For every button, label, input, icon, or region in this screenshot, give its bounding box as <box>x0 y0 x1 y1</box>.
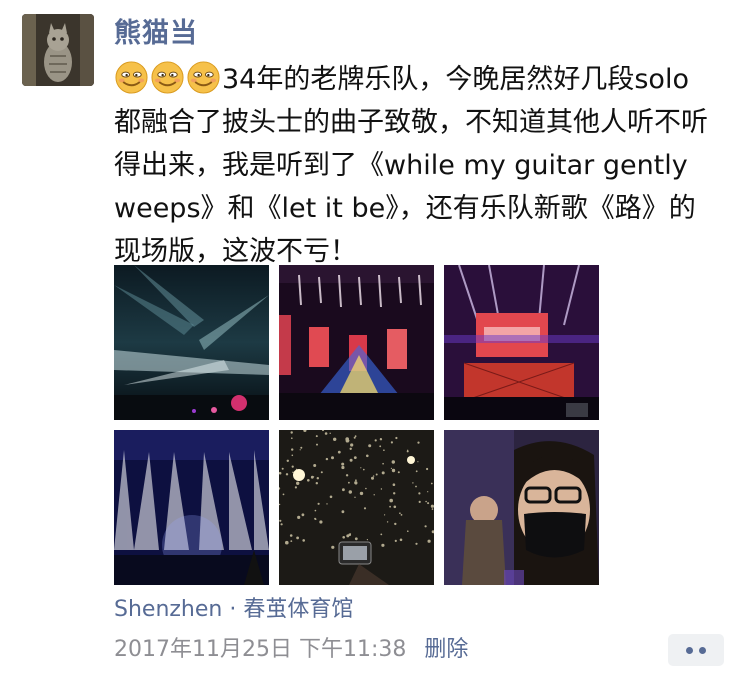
username[interactable]: 熊猫当 <box>114 14 198 54</box>
concert-stage-photo <box>279 265 434 420</box>
post-meta: 2017年11月25日 下午11:38 删除 <box>114 634 468 666</box>
more-dots-icon <box>686 646 693 654</box>
grinning-face-icon <box>151 61 184 94</box>
post-text: 34年的老牌乐队，今晚居然好几段solo都融合了披头士的曲子致敬，不知道其他人听… <box>114 58 714 273</box>
photo-5[interactable] <box>279 430 434 585</box>
grinning-face-icon <box>115 61 148 94</box>
more-dots-icon <box>699 646 706 654</box>
photo-2[interactable] <box>279 265 434 420</box>
photo-4[interactable] <box>114 430 269 585</box>
photo-grid <box>114 265 599 585</box>
cat-avatar-icon <box>22 14 94 86</box>
avatar[interactable] <box>22 14 94 86</box>
concert-beams-photo <box>114 430 269 585</box>
concert-screen-photo <box>444 265 599 420</box>
photo-6[interactable] <box>444 430 599 585</box>
grinning-face-icon <box>187 61 220 94</box>
concert-lights-photo <box>114 265 269 420</box>
selfie-mask-photo <box>444 430 599 585</box>
timestamp: 2017年11月25日 下午11:38 <box>114 637 407 662</box>
photo-3[interactable] <box>444 265 599 420</box>
more-button[interactable] <box>668 634 724 666</box>
delete-link[interactable]: 删除 <box>424 637 468 662</box>
location-link[interactable]: Shenzhen · 春茧体育馆 <box>114 594 353 626</box>
concert-confetti-photo <box>279 430 434 585</box>
emoji-row <box>114 61 222 95</box>
photo-1[interactable] <box>114 265 269 420</box>
